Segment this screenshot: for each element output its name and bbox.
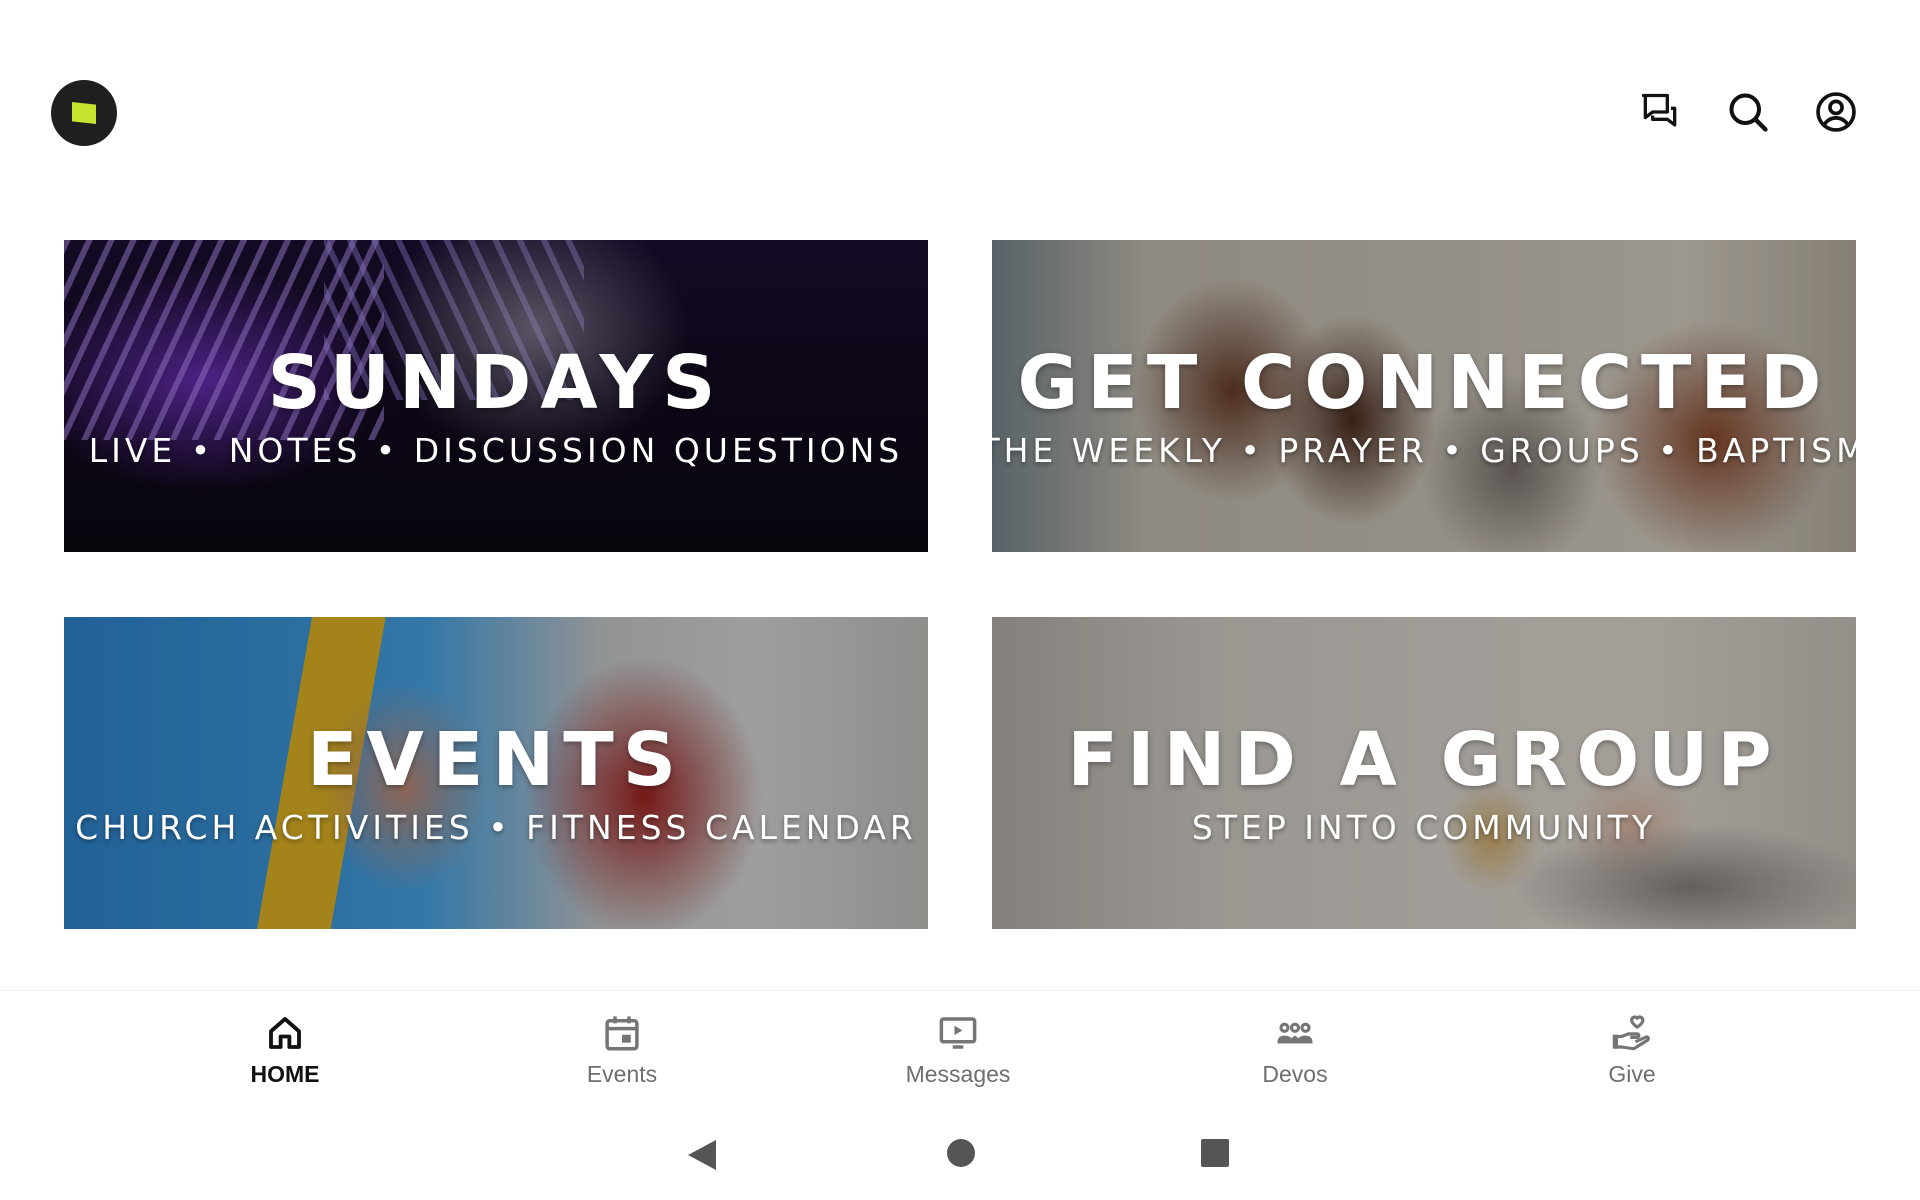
tile-text: FIND A GROUP STEP INTO COMMUNITY — [992, 617, 1856, 929]
church-logo-icon[interactable] — [51, 80, 117, 146]
home-icon — [263, 1011, 307, 1055]
recents-square-icon[interactable] — [1200, 1138, 1230, 1173]
back-triangle-icon[interactable] — [686, 1138, 718, 1177]
nav-item-messages[interactable]: Messages — [858, 1011, 1058, 1091]
logo-mark — [72, 102, 96, 124]
tile-get-connected[interactable]: GET CONNECTED THE WEEKLY • PRAYER • GROU… — [992, 240, 1856, 552]
heart-hand-icon — [1610, 1011, 1654, 1055]
tile-subtitle: CHURCH ACTIVITIES • FITNESS CALENDAR — [75, 807, 917, 847]
profile-button[interactable] — [1812, 88, 1860, 136]
search-icon — [1729, 93, 1768, 132]
nav-label: Events — [586, 1061, 658, 1087]
chat-bubbles-icon — [1641, 93, 1677, 127]
search-button[interactable] — [1724, 88, 1772, 136]
video-player-icon — [936, 1011, 980, 1055]
tile-text: GET CONNECTED THE WEEKLY • PRAYER • GROU… — [992, 240, 1856, 552]
tile-subtitle: THE WEEKLY • PRAYER • GROUPS • BAPTISM — [992, 430, 1856, 470]
tile-text: EVENTS CHURCH ACTIVITIES • FITNESS CALEN… — [64, 617, 928, 929]
account-circle-icon — [1816, 92, 1856, 132]
tile-title: FIND A GROUP — [1067, 716, 1781, 803]
nav-item-home[interactable]: HOME — [185, 1011, 385, 1091]
calendar-icon — [600, 1011, 644, 1055]
nav-item-devos[interactable]: Devos — [1195, 1011, 1395, 1091]
nav-label: Give — [1608, 1061, 1656, 1087]
tile-title: SUNDAYS — [267, 339, 725, 426]
tile-title: GET CONNECTED — [1017, 339, 1831, 426]
tile-subtitle: LIVE • NOTES • DISCUSSION QUESTIONS — [88, 430, 904, 470]
nav-label: Messages — [905, 1061, 1011, 1087]
messages-chat-button[interactable] — [1636, 88, 1684, 136]
home-circle-icon[interactable] — [946, 1138, 976, 1173]
tile-title: EVENTS — [306, 716, 686, 803]
tile-subtitle: STEP INTO COMMUNITY — [1191, 807, 1657, 847]
tile-events[interactable]: EVENTS CHURCH ACTIVITIES • FITNESS CALEN… — [64, 617, 928, 929]
tile-find-a-group[interactable]: FIND A GROUP STEP INTO COMMUNITY — [992, 617, 1856, 929]
nav-label: HOME — [250, 1061, 320, 1087]
bottom-navigation: HOME Events Messages Devos Give — [0, 991, 1920, 1101]
tile-text: SUNDAYS LIVE • NOTES • DISCUSSION QUESTI… — [64, 240, 928, 552]
group-people-icon — [1273, 1011, 1317, 1055]
tile-sundays[interactable]: SUNDAYS LIVE • NOTES • DISCUSSION QUESTI… — [64, 240, 928, 552]
top-app-bar — [0, 0, 1920, 200]
nav-item-give[interactable]: Give — [1532, 1011, 1732, 1091]
nav-item-events[interactable]: Events — [522, 1011, 722, 1091]
system-navigation-bar — [0, 1110, 1920, 1200]
nav-label: Devos — [1262, 1061, 1328, 1087]
